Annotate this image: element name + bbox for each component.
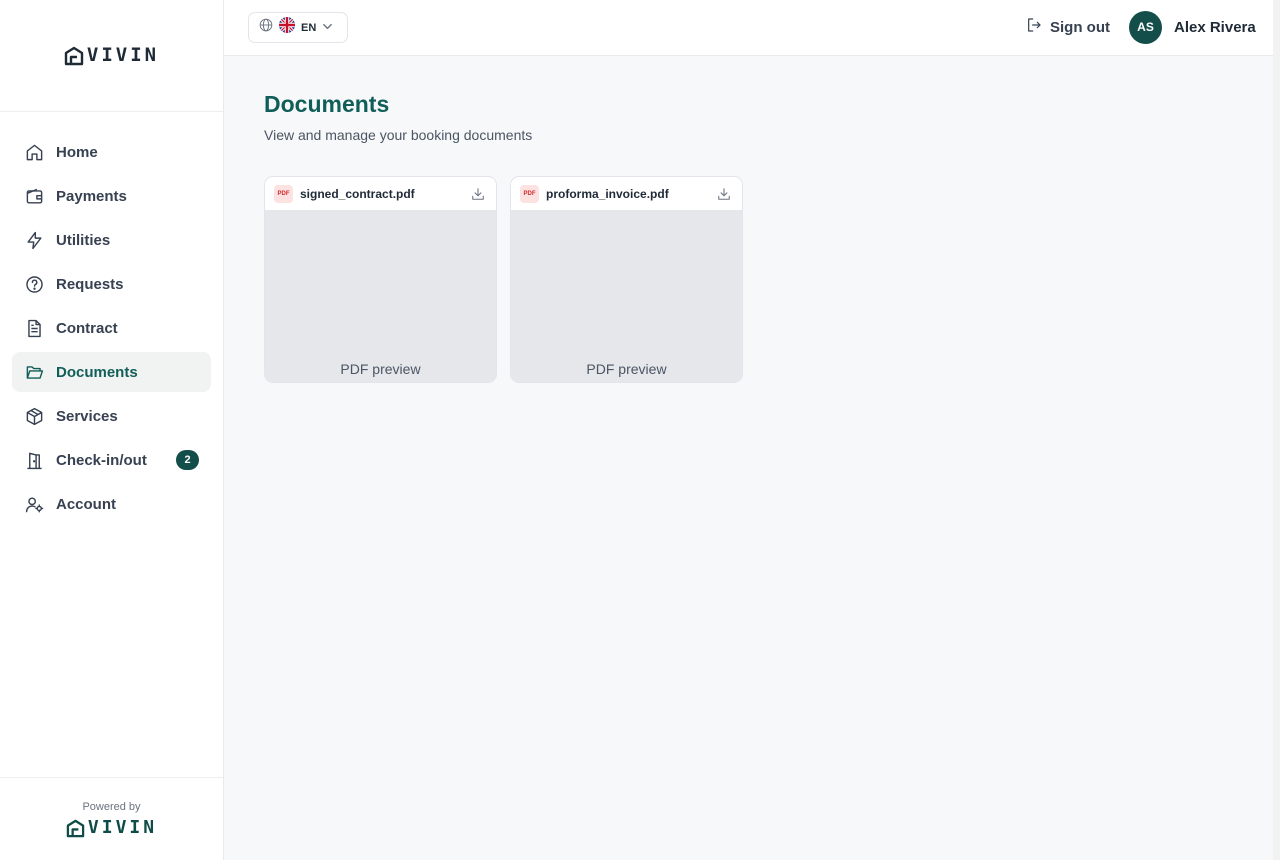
document-card-header: PDF proforma_invoice.pdf — [511, 177, 742, 210]
house-logo-icon — [64, 46, 84, 65]
chevron-down-icon — [322, 19, 333, 37]
uk-flag-icon — [279, 17, 295, 38]
brand-header: VIVIN — [0, 0, 223, 112]
sidebar-item-label: Documents — [56, 363, 138, 381]
sidebar: VIVIN Home Payments Utilities Requests C… — [0, 0, 224, 860]
sidebar-item-contract[interactable]: Contract — [12, 308, 211, 348]
pdf-preview-label: PDF preview — [586, 361, 667, 377]
user-cog-icon — [24, 494, 44, 514]
documents-grid: PDF signed_contract.pdf PDF preview PDF … — [264, 176, 743, 383]
sidebar-item-label: Contract — [56, 319, 118, 337]
language-selector[interactable]: EN — [248, 12, 348, 43]
sidebar-item-payments[interactable]: Payments — [12, 176, 211, 216]
download-icon[interactable] — [715, 185, 733, 203]
sidebar-item-label: Home — [56, 143, 98, 161]
vivin-logo[interactable]: VIVIN — [64, 46, 159, 66]
user-menu[interactable]: AS Alex Rivera — [1129, 10, 1256, 44]
pdf-preview[interactable]: PDF preview — [511, 210, 742, 382]
folder-open-icon — [24, 362, 44, 382]
avatar: AS — [1129, 10, 1162, 44]
scrollbar[interactable] — [1273, 0, 1280, 860]
sidebar-item-utilities[interactable]: Utilities — [12, 220, 211, 260]
sidebar-item-label: Requests — [56, 275, 124, 293]
sidebar-item-services[interactable]: Services — [12, 396, 211, 436]
pdf-file-icon: PDF — [520, 184, 539, 203]
sidebar-item-account[interactable]: Account — [12, 484, 211, 524]
document-card[interactable]: PDF signed_contract.pdf PDF preview — [264, 176, 497, 383]
pdf-file-icon: PDF — [274, 184, 293, 203]
file-text-icon — [24, 318, 44, 338]
sidebar-item-label: Utilities — [56, 231, 111, 249]
sidebar-item-label: Payments — [56, 187, 127, 205]
sidebar-item-home[interactable]: Home — [12, 132, 211, 172]
sign-out-button[interactable]: Sign out — [1026, 16, 1110, 38]
download-icon[interactable] — [469, 185, 487, 203]
wallet-icon — [24, 186, 44, 206]
sidebar-item-label: Services — [56, 407, 118, 425]
document-card-header: PDF signed_contract.pdf — [265, 177, 496, 210]
bolt-icon — [24, 230, 44, 250]
page-subtitle: View and manage your booking documents — [264, 127, 533, 143]
sidebar-item-requests[interactable]: Requests — [12, 264, 211, 304]
logo-wordmark: VIVIN — [87, 817, 158, 838]
help-circle-icon — [24, 274, 44, 294]
sidebar-item-label: Account — [56, 495, 116, 513]
sidebar-footer: Powered by VIVIN — [0, 777, 223, 860]
home-icon — [24, 142, 44, 162]
sidebar-item-label: Check-in/out — [56, 451, 147, 469]
sidebar-item-check-in-out[interactable]: Check-in/out 2 — [12, 440, 211, 480]
powered-by-label: Powered by — [82, 800, 141, 813]
globe-icon — [259, 18, 273, 37]
box-icon — [24, 406, 44, 426]
sidebar-item-documents[interactable]: Documents — [12, 352, 211, 392]
footer-logo: VIVIN — [66, 819, 157, 838]
page-title: Documents — [264, 91, 390, 117]
sign-out-icon — [1026, 17, 1042, 38]
sign-out-label: Sign out — [1050, 18, 1110, 36]
notification-badge: 2 — [176, 450, 199, 470]
document-filename[interactable]: proforma_invoice.pdf — [546, 187, 708, 201]
door-icon — [24, 450, 44, 470]
top-bar: EN Sign out AS Alex Rivera — [224, 0, 1273, 56]
pdf-preview-label: PDF preview — [340, 361, 421, 377]
logo-wordmark: VIVIN — [86, 44, 160, 66]
house-logo-icon — [66, 819, 85, 837]
language-code: EN — [301, 21, 317, 34]
document-card[interactable]: PDF proforma_invoice.pdf PDF preview — [510, 176, 743, 383]
sidebar-nav: Home Payments Utilities Requests Contrac… — [0, 112, 223, 524]
user-name: Alex Rivera — [1174, 18, 1256, 36]
main-content: Documents View and manage your booking d… — [264, 90, 743, 383]
pdf-preview[interactable]: PDF preview — [265, 210, 496, 382]
document-filename[interactable]: signed_contract.pdf — [300, 187, 462, 201]
